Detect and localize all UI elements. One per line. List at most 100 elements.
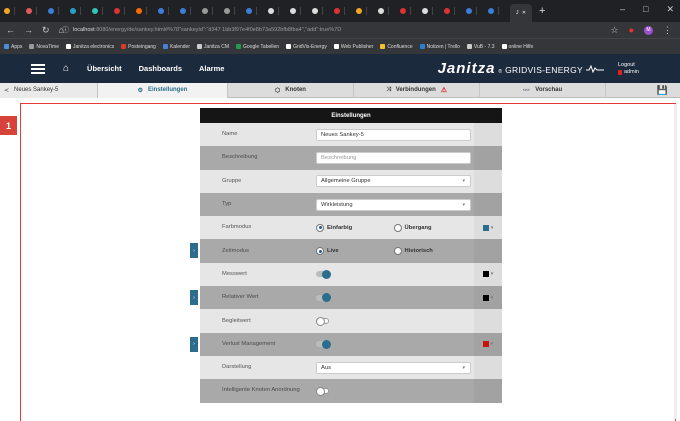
relative-value-toggle[interactable] (316, 293, 331, 303)
browser-tab[interactable] (92, 4, 111, 18)
scrollbar[interactable] (674, 104, 677, 419)
browser-tab[interactable] (224, 4, 243, 18)
reload-icon[interactable]: ↻ (42, 25, 50, 36)
group-select[interactable]: Allgemeine Gruppe ▾ (316, 175, 471, 188)
nav-overview[interactable]: Übersicht (87, 64, 122, 73)
browser-tab[interactable] (290, 4, 309, 18)
bookmark-star-icon[interactable]: ☆ (610, 25, 618, 36)
brand-product: GRIDVIS-ENERGY (505, 65, 583, 75)
maximize-button[interactable]: □ (643, 4, 648, 15)
browser-tab[interactable] (26, 4, 45, 18)
color-picker[interactable]: ▾ (482, 271, 493, 278)
description-input[interactable]: Beschreibung (316, 151, 471, 164)
bookmark-item[interactable]: Notizen | Trello (419, 44, 460, 50)
browser-tab[interactable] (158, 4, 177, 18)
profile-avatar[interactable]: M (644, 25, 653, 35)
home-nav-icon[interactable]: ⌂ (63, 63, 69, 74)
hamburger-menu-icon[interactable] (31, 63, 45, 74)
bookmark-item[interactable]: Apps (4, 44, 22, 50)
bookmark-icon (466, 44, 472, 49)
bookmark-item[interactable]: VuB - 7.3 (466, 43, 495, 50)
color-picker[interactable]: ▾ (482, 224, 493, 231)
display-select[interactable]: Aus ▾ (316, 361, 471, 374)
browser-tab[interactable] (136, 4, 155, 18)
tab-connections[interactable]: ⤨ Verbindungen ⚠ (354, 82, 480, 98)
browser-tab[interactable] (334, 4, 353, 18)
nav-alarms[interactable]: Alarme (199, 64, 224, 73)
logout-link[interactable]: Logout (618, 62, 672, 69)
bookmark-label: GridVis-Energy (293, 43, 327, 50)
minimize-button[interactable]: – (620, 4, 625, 15)
browser-tab[interactable] (180, 4, 199, 18)
bookmark-label: Confluence (387, 43, 413, 50)
companion-value-toggle[interactable] (316, 317, 329, 327)
tab-nodes[interactable]: ⬡ Knoten (228, 82, 354, 98)
browser-tab[interactable] (378, 4, 397, 18)
expand-tab-icon[interactable]: › (190, 243, 198, 259)
url-field[interactable]: localhost:8080/energy/de/sankey.html#%78… (73, 27, 341, 33)
color-mode-single-radio[interactable]: Einfarbig (316, 223, 394, 232)
sankey-name-tab[interactable]: ≺ Neues Sankey-5 (0, 82, 98, 98)
browser-tab-active[interactable]: J ✕ (510, 4, 532, 22)
tab-preview[interactable]: 👓 Vorschau (480, 82, 606, 98)
warning-icon: ⚠ (440, 87, 448, 94)
browser-tab[interactable] (488, 4, 507, 18)
save-icon[interactable]: 💾 (657, 85, 668, 96)
bookmark-item[interactable]: Janitza CM (196, 44, 229, 50)
row-group: Gruppe Allgemeine Gruppe ▾ (200, 169, 502, 193)
loss-management-toggle[interactable] (316, 339, 331, 349)
measured-value-toggle[interactable] (316, 269, 331, 279)
bookmark-item[interactable]: Confluence (380, 43, 413, 50)
color-picker[interactable]: ▾ (482, 341, 493, 348)
bookmark-label: Kalender (169, 43, 190, 50)
browser-tab[interactable] (400, 4, 419, 18)
bookmark-label: VuB - 7.3 (473, 43, 495, 50)
relative-value-label: Relativer Wert (222, 294, 259, 301)
tab-settings[interactable]: ⚙ Einstellungen (98, 82, 228, 98)
settings-panel: Einstellungen Name Neues Sankey-5 Beschr… (190, 108, 502, 403)
name-input[interactable]: Neues Sankey-5 (316, 128, 471, 141)
browser-tab[interactable] (268, 4, 287, 18)
expand-tab-icon[interactable]: › (190, 336, 198, 352)
color-mode-gradient-radio[interactable]: Übergang (393, 223, 472, 232)
browser-menu-icon[interactable]: ⋮ (663, 25, 672, 36)
type-select[interactable]: Wirkleistung ▾ (316, 198, 471, 211)
forward-icon[interactable]: → (24, 25, 33, 36)
bookmark-item[interactable]: online Hilfe (501, 44, 533, 50)
color-swatch (482, 271, 489, 278)
color-picker[interactable]: ▾ (482, 294, 493, 301)
back-icon[interactable]: ← (6, 25, 15, 36)
browser-tab[interactable] (466, 4, 485, 18)
bookmark-item[interactable]: GridVis-Energy (286, 44, 327, 50)
bookmark-item[interactable]: Posteingang (121, 44, 156, 50)
browser-tab[interactable] (70, 4, 89, 18)
browser-tab[interactable] (48, 4, 67, 18)
bookmark-icon (196, 44, 202, 49)
bookmark-item[interactable]: Web Publisher (333, 44, 373, 50)
bookmark-item[interactable]: Google Tabellen (236, 44, 279, 50)
bookmark-item[interactable]: Janitza electronics (66, 44, 114, 50)
row-color-mode: Farbmodus Einfarbig Übergang ▾ (200, 216, 502, 240)
browser-tab[interactable] (246, 4, 265, 18)
smart-nodes-toggle[interactable] (316, 386, 329, 396)
browser-tab[interactable] (202, 4, 221, 18)
browser-tab[interactable] (114, 4, 133, 18)
bookmark-icon (121, 44, 127, 49)
new-tab-icon[interactable]: + (539, 5, 545, 17)
time-mode-live-radio[interactable]: Live (316, 247, 394, 256)
expand-tab-icon[interactable]: › (190, 290, 198, 306)
browser-tab[interactable] (4, 4, 23, 18)
browser-tab[interactable] (356, 4, 375, 18)
time-mode-historical-radio[interactable]: Historisch (393, 247, 472, 256)
color-mode-label: Farbmodus (222, 224, 252, 231)
nav-dashboards[interactable]: Dashboards (139, 64, 182, 73)
browser-tab[interactable] (444, 4, 463, 18)
browser-tab[interactable] (422, 4, 441, 18)
bookmark-item[interactable]: NovaTime (29, 44, 59, 50)
bookmark-item[interactable]: Kalender (162, 43, 190, 50)
address-bar-row: ← → ↻ ⌂ ⓘ localhost:8080/energy/de/sanke… (0, 22, 680, 38)
info-icon[interactable]: ⓘ (62, 25, 69, 35)
close-window-button[interactable]: ✕ (666, 4, 674, 15)
extension-icon[interactable]: ● (629, 25, 634, 35)
browser-tab[interactable] (312, 4, 331, 18)
